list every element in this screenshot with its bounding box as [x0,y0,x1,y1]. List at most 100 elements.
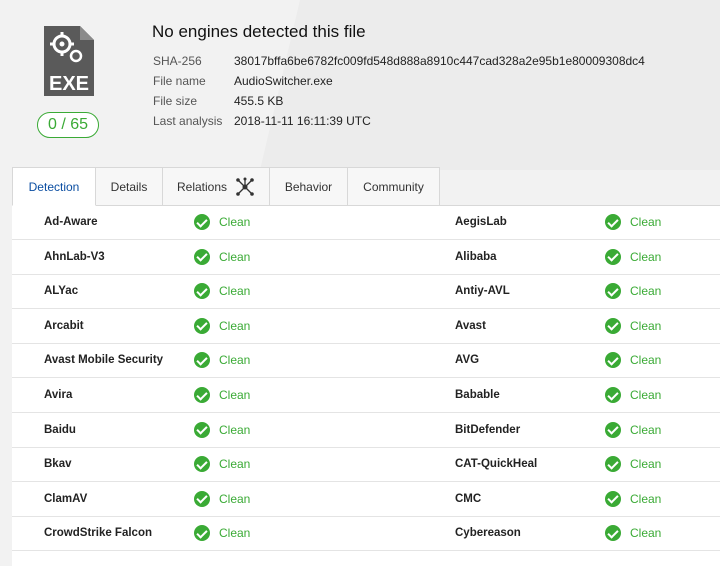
check-circle-icon [605,525,621,542]
engine-status: Clean [194,214,250,230]
status-label: Clean [219,318,251,333]
status-label: Clean [630,491,662,506]
check-circle-icon [194,490,210,507]
tab-label: Details [110,179,148,194]
engine-status: Clean [194,421,251,438]
check-circle-icon [194,283,210,300]
tab-label: Behavior [284,179,333,194]
status-label: Clean [630,422,662,437]
engine-name: AVG [455,354,480,367]
status-label: Clean [219,353,251,368]
meta-value-last-analysis: 2018-11-11 16:11:39 UTC [234,114,371,128]
engine-status: Clean [605,317,662,334]
engine-name: Bkav [44,458,72,471]
engine-status: Clean [605,490,662,507]
check-circle-icon [194,421,210,438]
engine-name: CMC [455,492,482,505]
table-row: Ad-Aware Clean AegisLab Clean [12,206,720,240]
meta-label-file-size: File size [153,94,198,108]
check-circle-icon [605,387,621,403]
engine-status: Clean [605,248,662,265]
tab-label: Community [363,179,424,194]
tab-relations[interactable]: Relations [162,167,270,205]
engine-status: Clean [605,525,662,542]
tab-label: Detection [28,179,80,194]
relations-graph-icon [236,177,254,196]
table-row: Bkav Clean CAT-QuickHeal Clean [12,448,720,483]
status-label: Clean [630,215,662,229]
status-label: Clean [219,491,251,506]
file-summary-header: EXE 0 / 65 No engines detected this file… [0,0,720,168]
engine-status: Clean [605,214,661,230]
status-label: Clean [219,249,251,264]
status-label: Clean [219,422,251,437]
engine-name: CAT-QuickHeal [455,458,538,471]
meta-value-file-name: AudioSwitcher.exe [234,74,333,88]
engine-status: Clean [605,352,661,369]
tab-label: Relations [176,179,228,194]
check-circle-icon [194,214,210,230]
status-label: Clean [630,318,662,333]
file-type-label: EXE [49,73,89,95]
detection-score-badge: 0 / 65 [37,112,99,138]
status-label: Clean [219,388,251,402]
check-circle-icon [194,525,210,542]
engine-name: Avira [44,389,73,401]
engine-name: Cybereason [455,527,521,540]
engine-name: Baidu [44,423,76,436]
engine-name: ClamAV [44,492,88,505]
engine-status: Clean [194,352,251,369]
engine-name: Avast [455,319,486,332]
check-circle-icon [605,490,621,507]
check-circle-icon [194,387,210,403]
tab-bar: Detection Details Relations Behavior Com… [12,167,440,206]
status-label: Clean [219,284,251,299]
engine-name: AhnLab-V3 [44,250,105,263]
engine-status: Clean [194,525,250,542]
meta-value-sha256: 38017bffa6be6782fc009fd548d888a8910c447c… [234,54,645,68]
check-circle-icon [605,456,621,473]
engine-status: Clean [605,456,662,473]
table-row: Avira Clean Babable Clean [12,379,720,413]
engine-name: Alibaba [455,250,497,263]
status-label: Clean [630,457,662,472]
table-row: ALYac Clean Antiy-AVL Clean [12,275,720,310]
engine-name: Arcabit [44,319,84,332]
status-label: Clean [219,457,251,472]
check-circle-icon [605,421,621,438]
engine-status: Clean [194,248,251,265]
check-circle-icon [605,214,621,230]
table-row: Baidu Clean BitDefender Clean [12,414,720,448]
engine-status: Clean [605,421,662,438]
engine-status: Clean [194,387,250,403]
engine-name: BitDefender [455,423,521,436]
engine-name: CrowdStrike Falcon [44,527,152,540]
engine-status: Clean [605,283,662,300]
table-row: CrowdStrike Falcon Clean Cybereason Clea… [12,517,720,552]
status-label: Clean [630,284,662,299]
meta-label-last-analysis: Last analysis [153,114,223,128]
engine-status: Clean [194,456,251,473]
tab-detection[interactable]: Detection [12,167,96,206]
status-label: Clean [219,215,251,229]
engine-name: AegisLab [455,216,507,228]
table-row: AhnLab-V3 Clean Alibaba Clean [12,241,720,275]
page-title: No engines detected this file [152,22,366,41]
status-label: Clean [630,249,662,264]
check-circle-icon [194,248,210,265]
tab-behavior[interactable]: Behavior [269,167,348,205]
tab-community[interactable]: Community [347,167,440,205]
meta-value-file-size: 455.5 KB [234,94,284,108]
tab-details[interactable]: Details [95,167,163,205]
table-row: ClamAV Clean CMC Clean [12,483,720,517]
status-label: Clean [630,388,662,402]
exe-file-icon: EXE [44,26,94,96]
table-row: Avast Mobile Security Clean AVG Clean [12,344,720,379]
engine-name: Ad-Aware [44,216,98,228]
check-circle-icon [194,317,210,334]
engine-name: Antiy-AVL [455,285,510,298]
table-row: Arcabit Clean Avast Clean [12,310,720,344]
engine-status: Clean [194,317,251,334]
check-circle-icon [605,248,621,265]
status-label: Clean [630,526,662,541]
